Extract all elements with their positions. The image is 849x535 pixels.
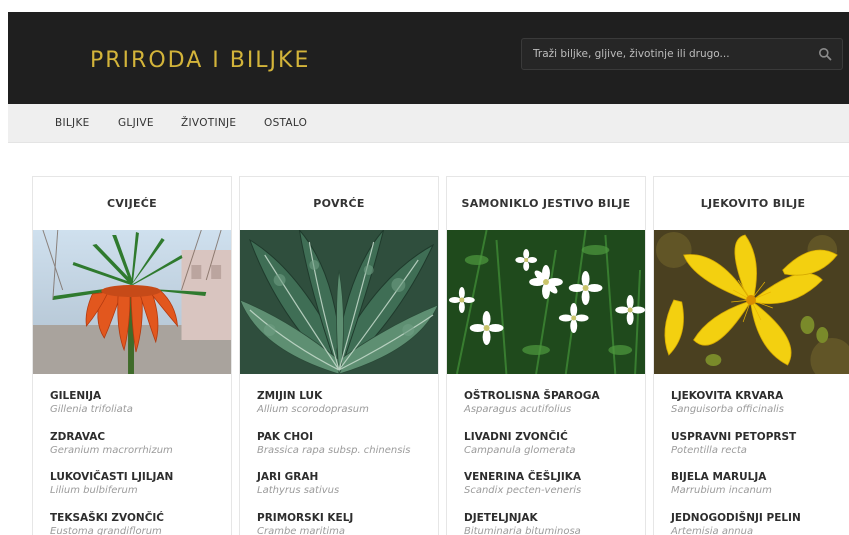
plant-latin-name: Allium scorodoprasum bbox=[257, 404, 369, 415]
plant-name[interactable]: ZMIJIN LUK bbox=[257, 390, 435, 403]
plant-latin-name: Eustoma grandiflorum bbox=[50, 525, 162, 535]
list-item[interactable]: TEKSAŠKI ZVONČIĆ Eustoma grandiflorum bbox=[50, 512, 228, 535]
nav-item-biljke[interactable]: BILJKE bbox=[55, 117, 90, 129]
list-item[interactable]: LUKOVIČASTI LJILJAN Lilium bulbiferum bbox=[50, 471, 228, 512]
plant-name[interactable]: PAK CHOI bbox=[257, 431, 435, 444]
search-input[interactable] bbox=[522, 39, 812, 69]
search-box[interactable] bbox=[521, 38, 843, 70]
plant-name[interactable]: TEKSAŠKI ZVONČIĆ bbox=[50, 512, 228, 525]
plant-latin-name: Brassica rapa subsp. chinensis bbox=[257, 444, 411, 456]
plant-name[interactable]: VENERINA ČEŠLJIKA bbox=[464, 471, 642, 484]
card-title[interactable]: CVIJEĆE bbox=[33, 177, 231, 230]
plant-name[interactable]: PRIMORSKI KELJ bbox=[257, 512, 435, 525]
list-item[interactable]: ZDRAVAC Geranium macrorrhizum bbox=[50, 431, 228, 472]
site-header: PRIRODA I BILJKE bbox=[8, 12, 849, 104]
card-title[interactable]: SAMONIKLO JESTIVO BILJE bbox=[447, 177, 645, 230]
category-card-samoniklo-jestivo-bilje: SAMONIKLO JESTIVO BILJE OŠTROLISNA ŠPARO… bbox=[446, 176, 646, 535]
plant-latin-name: Artemisia annua bbox=[671, 525, 754, 535]
plant-latin-name: Sanguisorba officinalis bbox=[671, 404, 784, 415]
main-nav: BILJKE GLJIVE ŽIVOTINJE OSTALO bbox=[8, 104, 849, 143]
plant-latin-name: Scandix pecten-veneris bbox=[464, 485, 582, 496]
card-title[interactable]: LJEKOVITO BILJE bbox=[654, 177, 849, 230]
card-image-st-johns-wort[interactable] bbox=[654, 230, 849, 374]
plant-name[interactable]: JEDNOGODIŠNJI PELIN bbox=[671, 512, 849, 525]
plant-name[interactable]: LJEKOVITA KRVARA bbox=[671, 390, 849, 403]
plant-name[interactable]: LUKOVIČASTI LJILJAN bbox=[50, 471, 228, 484]
plant-name[interactable]: LIVADNI ZVONČIĆ bbox=[464, 431, 642, 444]
site-title[interactable]: PRIRODA I BILJKE bbox=[90, 48, 310, 73]
plant-name[interactable]: BIJELA MARULJA bbox=[671, 471, 849, 484]
plant-latin-name: Campanula glomerata bbox=[464, 444, 576, 456]
plant-name[interactable]: OŠTROLISNA ŠPAROGA bbox=[464, 390, 642, 403]
plant-latin-name: Lathyrus sativus bbox=[257, 485, 340, 496]
list-item[interactable]: BIJELA MARULJA Marrubium incanum bbox=[671, 471, 849, 512]
plant-latin-name: Marrubium incanum bbox=[671, 485, 772, 496]
list-item[interactable]: OŠTROLISNA ŠPAROGA Asparagus acutifolius bbox=[464, 390, 642, 431]
nav-item-zivotinje[interactable]: ŽIVOTINJE bbox=[181, 117, 236, 129]
search-icon[interactable] bbox=[818, 47, 832, 61]
plant-name[interactable]: GILENIJA bbox=[50, 390, 228, 403]
plant-latin-name: Gillenia trifoliata bbox=[50, 404, 133, 415]
plant-latin-name: Crambe maritima bbox=[257, 525, 345, 535]
list-item[interactable]: JARI GRAH Lathyrus sativus bbox=[257, 471, 435, 512]
plant-name[interactable]: ZDRAVAC bbox=[50, 431, 228, 444]
list-item[interactable]: GILENIJA Gillenia trifoliata bbox=[50, 390, 228, 431]
nav-item-gljive[interactable]: GLJIVE bbox=[118, 117, 154, 129]
plant-name[interactable]: USPRAVNI PETOPRST bbox=[671, 431, 849, 444]
plant-latin-name: Geranium macrorrhizum bbox=[50, 444, 173, 456]
plant-list: LJEKOVITA KRVARA Sanguisorba officinalis… bbox=[671, 390, 849, 535]
plant-name[interactable]: DJETELJNJAK bbox=[464, 512, 642, 525]
card-title[interactable]: POVRĆE bbox=[240, 177, 438, 230]
category-card-ljekovito-bilje: LJEKOVITO BILJE LJEKOVITA KRVARA Sanguis… bbox=[653, 176, 849, 535]
list-item[interactable]: VENERINA ČEŠLJIKA Scandix pecten-veneris bbox=[464, 471, 642, 512]
plant-name[interactable]: JARI GRAH bbox=[257, 471, 435, 484]
list-item[interactable]: DJETELJNJAK Bituminaria bituminosa bbox=[464, 512, 642, 535]
card-image-crown-imperial[interactable] bbox=[33, 230, 231, 374]
plant-latin-name: Potentilla recta bbox=[671, 444, 747, 456]
list-item[interactable]: PAK CHOI Brassica rapa subsp. chinensis bbox=[257, 431, 435, 472]
list-item[interactable]: USPRAVNI PETOPRST Potentilla recta bbox=[671, 431, 849, 472]
list-item[interactable]: ZMIJIN LUK Allium scorodoprasum bbox=[257, 390, 435, 431]
list-item[interactable]: LIVADNI ZVONČIĆ Campanula glomerata bbox=[464, 431, 642, 472]
list-item[interactable]: LJEKOVITA KRVARA Sanguisorba officinalis bbox=[671, 390, 849, 431]
nav-item-ostalo[interactable]: OSTALO bbox=[264, 117, 307, 129]
category-card-cvijece: CVIJEĆE GILENIJA Gillenia trifoliata ZDR… bbox=[32, 176, 232, 535]
card-image-kale[interactable] bbox=[240, 230, 438, 374]
plant-latin-name: Bituminaria bituminosa bbox=[464, 525, 581, 535]
card-image-stitchwort[interactable] bbox=[447, 230, 645, 374]
plant-latin-name: Lilium bulbiferum bbox=[50, 485, 138, 496]
plant-list: OŠTROLISNA ŠPAROGA Asparagus acutifolius… bbox=[464, 390, 642, 535]
plant-latin-name: Asparagus acutifolius bbox=[464, 404, 572, 415]
category-card-povrce: POVRĆE ZMIJIN LUK Allium scorodoprasum P… bbox=[239, 176, 439, 535]
list-item[interactable]: JEDNOGODIŠNJI PELIN Artemisia annua bbox=[671, 512, 849, 535]
list-item[interactable]: PRIMORSKI KELJ Crambe maritima bbox=[257, 512, 435, 535]
plant-list: GILENIJA Gillenia trifoliata ZDRAVAC Ger… bbox=[50, 390, 228, 535]
plant-list: ZMIJIN LUK Allium scorodoprasum PAK CHOI… bbox=[257, 390, 435, 535]
